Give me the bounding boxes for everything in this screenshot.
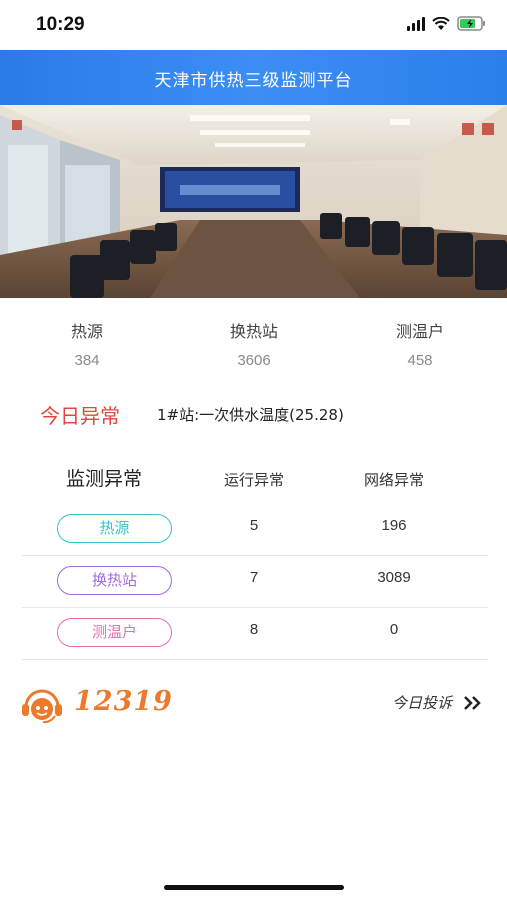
- network-anomaly-count[interactable]: 3089: [334, 569, 454, 586]
- temperature-household-button[interactable]: 测温户: [57, 618, 172, 647]
- hotline-bar[interactable]: 12319 今日投诉: [20, 680, 490, 730]
- battery-icon: [457, 16, 485, 31]
- stat-value: 458: [407, 352, 433, 369]
- heat-source-button[interactable]: 热源: [57, 514, 172, 543]
- network-anomaly-count[interactable]: 0: [334, 621, 454, 638]
- table-row: 热源 5 196: [22, 504, 488, 556]
- hotline-number: 12319: [74, 686, 173, 717]
- banner-carousel[interactable]: [0, 105, 507, 298]
- stats-summary: 热源 384 换热站 3606 测温户 458: [0, 318, 507, 378]
- exchange-station-button[interactable]: 换热站: [57, 566, 172, 595]
- stat-exchange-station[interactable]: 换热站 3606: [189, 318, 319, 369]
- run-anomaly-count[interactable]: 7: [194, 569, 314, 586]
- today-anomaly-text: 1#站:一次供水温度(25.28): [157, 406, 344, 424]
- table-row: 测温户 8 0: [22, 608, 488, 660]
- monitor-anomaly-table: 监测异常 运行异常 网络异常 热源 5 196 换热站 7 3089 测温户 8…: [22, 460, 488, 660]
- control-room-photo: [0, 105, 507, 298]
- monitor-title: 监测异常: [66, 468, 143, 490]
- wifi-icon: [432, 16, 450, 30]
- cellular-signal-icon: [407, 16, 425, 31]
- home-indicator[interactable]: [164, 885, 344, 890]
- customer-service-icon: [22, 689, 62, 724]
- table-row: 换热站 7 3089: [22, 556, 488, 608]
- stat-label: 热源: [70, 322, 103, 341]
- stat-value: 384: [74, 352, 100, 369]
- run-anomaly-count[interactable]: 8: [194, 621, 314, 638]
- stat-heat-source[interactable]: 热源 384: [22, 318, 152, 369]
- today-anomaly-title: 今日异常: [40, 404, 120, 428]
- today-anomaly[interactable]: 今日异常 1#站:一次供水温度(25.28): [40, 400, 480, 430]
- stat-temperature-household[interactable]: 测温户 458: [355, 318, 485, 369]
- stat-label: 换热站: [229, 322, 278, 341]
- page-title: 天津市供热三级监测平台: [154, 71, 353, 91]
- today-complaint-link[interactable]: 今日投诉: [392, 692, 482, 713]
- status-time: 10:29: [36, 14, 85, 35]
- app-header: 天津市供热三级监测平台: [0, 50, 507, 105]
- status-bar: 10:29: [0, 0, 507, 50]
- column-network-anomaly: 网络异常: [363, 471, 424, 489]
- column-run-anomaly: 运行异常: [223, 471, 284, 489]
- run-anomaly-count[interactable]: 5: [194, 517, 314, 534]
- complaint-label: 今日投诉: [391, 694, 452, 712]
- status-icons: [407, 16, 487, 31]
- stat-value: 3606: [237, 352, 271, 369]
- network-anomaly-count[interactable]: 196: [334, 517, 454, 534]
- table-header: 监测异常 运行异常 网络异常: [22, 460, 488, 504]
- double-chevron-right-icon: [464, 695, 481, 710]
- stat-label: 测温户: [395, 322, 444, 341]
